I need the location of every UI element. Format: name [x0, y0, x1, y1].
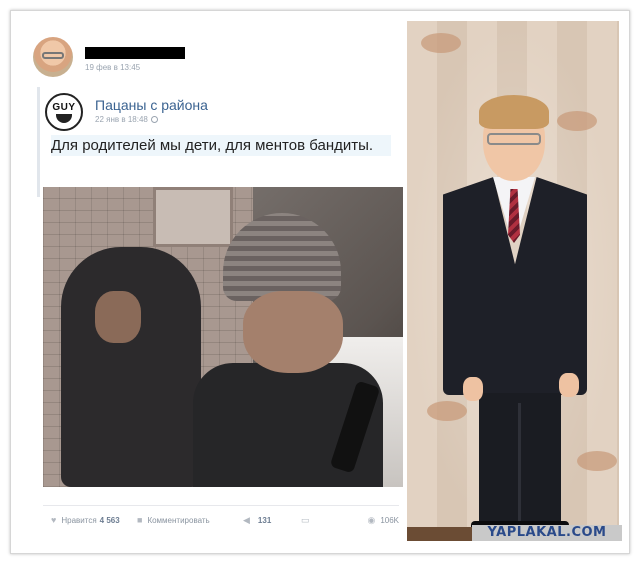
group-logo-text: GUY [52, 102, 76, 113]
group-name-link[interactable]: Пацаны с района [95, 97, 208, 113]
repost-date[interactable]: 22 янв в 18:48 [95, 115, 158, 124]
social-post: 19 фев в 13:45 GUY Пацаны с района 22 ян… [25, 27, 405, 547]
wallpaper-ornament [427, 401, 467, 421]
comment-button[interactable]: ■ Комментировать [137, 515, 210, 525]
post-divider [43, 505, 399, 506]
photo-kid-face [243, 291, 343, 373]
like-label: Нравится [61, 516, 97, 525]
beard-icon [56, 114, 72, 123]
avatar-glasses [42, 52, 64, 59]
eye-icon: ◉ [367, 515, 376, 525]
author-name-redacted [85, 47, 185, 59]
wallpaper-ornament [557, 111, 597, 131]
boy-glasses [487, 133, 541, 145]
wallpaper-ornament [421, 33, 461, 53]
post-text: Для родителей мы дети, для ментов бандит… [51, 135, 391, 156]
clock-icon [150, 116, 158, 123]
share-icon: ◀ [243, 515, 250, 525]
post-actions: ♥ Нравится 4 563 ■ Комментировать ◀ 131 ▭ ◉ 1… [43, 515, 403, 531]
group-avatar[interactable]: GUY [45, 93, 83, 131]
save-button[interactable]: ▭ [301, 515, 315, 526]
author-avatar[interactable] [33, 37, 73, 77]
heart-icon: ♥ [51, 515, 57, 525]
views-count: 106K [380, 516, 399, 525]
boy-left-hand [463, 377, 483, 401]
site-watermark: YAPLAKAL.COM [472, 525, 622, 541]
save-icon: ▭ [301, 515, 310, 525]
photo-kid-hooded [61, 247, 201, 487]
comment-label: Комментировать [147, 516, 210, 525]
like-count: 4 563 [99, 516, 120, 525]
post-date[interactable]: 19 фев в 13:45 [85, 63, 140, 72]
share-button[interactable]: ◀ 131 [243, 515, 271, 526]
boy-right-hand [559, 373, 579, 397]
share-count: 131 [257, 516, 272, 525]
comment-icon: ■ [137, 515, 143, 525]
wallpaper-ornament [577, 451, 617, 471]
boy-in-suit-photo [407, 21, 619, 541]
views-counter: ◉ 106K [367, 515, 399, 526]
like-button[interactable]: ♥ Нравится 4 563 [51, 515, 120, 525]
photo-kid-hooded-face [95, 291, 141, 343]
repost-indicator [37, 87, 40, 197]
meme-frame: 19 фев в 13:45 GUY Пацаны с района 22 ян… [10, 10, 630, 554]
photo-window [153, 187, 233, 247]
post-photo[interactable] [43, 187, 403, 487]
repost-date-text: 22 янв в 18:48 [95, 115, 148, 124]
boy-hair [479, 95, 549, 129]
boy-trousers [479, 393, 561, 527]
